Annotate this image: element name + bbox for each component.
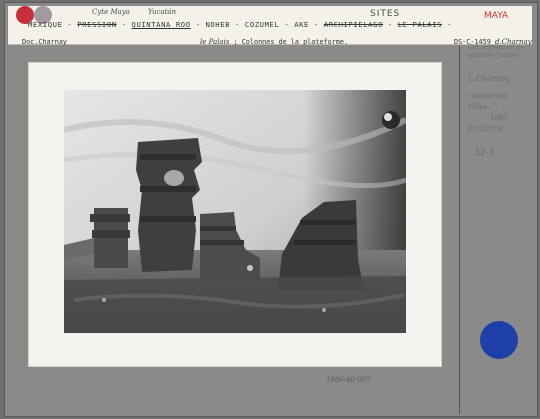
handwritten-maya-note: Cyte Maya [92,8,130,16]
header-word-struck-1: PRESSION [77,20,117,29]
handwritten-yucatan-note: Yucatán [148,8,177,16]
side-note-2: gélatine / papier [468,52,519,59]
side-note-7: P.183/184 [468,125,503,133]
tall-column [136,138,202,272]
photograph-image [64,90,406,333]
header-word-state: QUINTANA ROO [131,20,191,29]
side-note-3: L.Charnay [468,74,511,83]
side-note-5: Villes..." [468,103,498,111]
classification-line: MEXIQUE - PRESSION - QUINTANA ROO - NOHE… [28,20,452,29]
left-column [90,208,130,268]
caption-text: ; Colonnes de la plateforme. [233,38,349,46]
side-note-8: 32-3 [474,148,495,158]
margin-divider [459,46,460,414]
photograph [64,90,406,333]
blue-marker-dot [480,321,518,359]
photo-caption: le Palais ; Colonnes de la plateforme. [200,38,348,46]
side-note-6: 1885 [490,114,508,122]
header-word-struck-3: LE PALAIS [397,20,443,29]
handwritten-maya-red-note: MAYA [484,11,509,21]
header-word-cozumel: COZUMEL [244,20,280,29]
doc-credit: Doc.Charnay [22,38,68,46]
side-note-1: Cat. entrées en fr- [468,44,524,51]
side-note-4: "Anciennes [468,92,508,100]
header-word-noheb: NOHEB [205,20,231,29]
bottom-inventory-note: 1886-40 007 [326,376,371,384]
header-word-country: MEXIQUE [28,20,63,29]
header-word-struck-2: ARCHIPIELAGO [323,20,383,29]
catalog-label: MEXIQUE - PRESSION - QUINTANA ROO - NOHE… [8,6,532,46]
caption-handwritten: le Palais [200,38,230,46]
handwritten-sites-note: SITES [370,9,401,19]
header-word-ake: AKE [294,20,309,29]
